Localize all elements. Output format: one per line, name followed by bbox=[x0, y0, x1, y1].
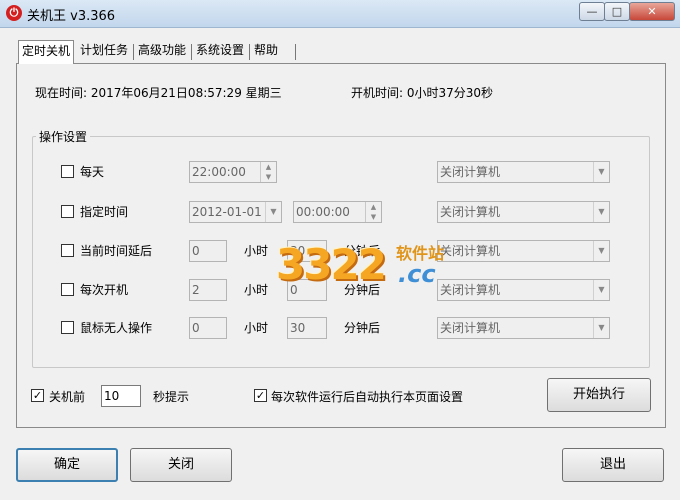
daily-time-value: 22:00:00 bbox=[192, 165, 246, 179]
chevron-down-icon: ▼ bbox=[593, 241, 609, 261]
specific-time-field[interactable]: 00:00:00 ▲ ▼ bbox=[293, 201, 382, 223]
idle-label: 鼠标无人操作 bbox=[80, 321, 153, 335]
delay-hours-unit: 小时 bbox=[244, 244, 269, 258]
each-boot-checkbox[interactable] bbox=[61, 283, 74, 296]
delay-label: 当前时间延后 bbox=[80, 244, 153, 258]
exit-button[interactable]: 退出 bbox=[562, 448, 664, 482]
time-spinner[interactable]: ▲ ▼ bbox=[260, 162, 276, 182]
tab-scheduled-tasks[interactable]: 计划任务 bbox=[77, 40, 131, 62]
title-bar: ⏻ 关机王 v3.366 — □ ✕ bbox=[0, 0, 680, 28]
daily-checkbox[interactable] bbox=[61, 165, 74, 178]
tab-timed-shutdown[interactable]: 定时关机 bbox=[18, 40, 75, 64]
watermark-digits: 3322 bbox=[276, 240, 387, 289]
specific-date-picker[interactable]: 2012-01-01 ▼ bbox=[189, 201, 282, 223]
chevron-down-icon: ▼ bbox=[593, 162, 609, 182]
daily-action-value: 关闭计算机 bbox=[440, 165, 501, 179]
tab-system-settings[interactable]: 系统设置 bbox=[193, 40, 247, 62]
each-boot-hours-field[interactable]: 2 bbox=[189, 279, 227, 301]
tab-separator bbox=[133, 44, 134, 60]
specific-time-label: 指定时间 bbox=[80, 205, 129, 219]
tab-separator bbox=[249, 44, 250, 60]
specific-action-select[interactable]: 关闭计算机 ▼ bbox=[437, 201, 610, 223]
prompt-label: 关机前 bbox=[49, 390, 86, 404]
delay-checkbox[interactable] bbox=[61, 244, 74, 257]
daily-label: 每天 bbox=[80, 165, 105, 179]
power-icon: ⏻ bbox=[6, 5, 22, 21]
time-spinner[interactable]: ▲ ▼ bbox=[365, 202, 381, 222]
auto-run-checkbox[interactable]: ✓ bbox=[254, 389, 267, 402]
group-title: 操作设置 bbox=[36, 128, 91, 145]
prompt-seconds-input[interactable]: 10 bbox=[101, 385, 141, 407]
tab-advanced[interactable]: 高级功能 bbox=[135, 40, 189, 62]
idle-action-value: 关闭计算机 bbox=[440, 321, 501, 335]
daily-action-select[interactable]: 关闭计算机 ▼ bbox=[437, 161, 610, 183]
each-boot-hours-unit: 小时 bbox=[244, 283, 269, 297]
specific-action-value: 关闭计算机 bbox=[440, 205, 501, 219]
idle-minutes-unit: 分钟后 bbox=[344, 321, 381, 335]
boot-time-label: 开机时间: 0小时37分30秒 bbox=[351, 86, 494, 100]
idle-hours-field[interactable]: 0 bbox=[189, 317, 227, 339]
tab-separator bbox=[295, 44, 296, 60]
chevron-down-icon: ▼ bbox=[593, 202, 609, 222]
daily-time-field[interactable]: 22:00:00 ▲ ▼ bbox=[189, 161, 277, 183]
start-execute-button[interactable]: 开始执行 bbox=[547, 378, 651, 412]
current-time-label: 现在时间: 2017年06月21日08:57:29 星期三 bbox=[35, 86, 282, 100]
chevron-down-icon: ▼ bbox=[593, 280, 609, 300]
chevron-down-icon: ▼ bbox=[593, 318, 609, 338]
specific-time-value: 00:00:00 bbox=[296, 205, 350, 219]
auto-run-label: 每次软件运行后自动执行本页面设置 bbox=[271, 390, 464, 404]
delay-hours-field[interactable]: 0 bbox=[189, 240, 227, 262]
watermark-logo: 3322 软件站 .cc bbox=[276, 236, 466, 298]
minimize-button[interactable]: — bbox=[579, 2, 605, 21]
prompt-suffix: 秒提示 bbox=[153, 390, 190, 404]
specific-time-checkbox[interactable] bbox=[61, 205, 74, 218]
watermark-domain: .cc bbox=[398, 260, 436, 288]
specific-date-value: 2012-01-01 bbox=[192, 205, 262, 219]
each-boot-label: 每次开机 bbox=[80, 283, 129, 297]
prompt-checkbox[interactable]: ✓ bbox=[31, 389, 44, 402]
idle-checkbox[interactable] bbox=[61, 321, 74, 334]
chevron-down-icon: ▼ bbox=[265, 202, 281, 222]
idle-hours-unit: 小时 bbox=[244, 321, 269, 335]
tab-separator bbox=[191, 44, 192, 60]
idle-action-select[interactable]: 关闭计算机 ▼ bbox=[437, 317, 610, 339]
tab-help[interactable]: 帮助 bbox=[251, 40, 281, 62]
close-window-button[interactable]: ✕ bbox=[629, 2, 675, 21]
close-button[interactable]: 关闭 bbox=[130, 448, 232, 482]
idle-minutes-field[interactable]: 30 bbox=[287, 317, 327, 339]
ok-button[interactable]: 确定 bbox=[16, 448, 118, 482]
window-title: 关机王 v3.366 bbox=[27, 9, 116, 24]
maximize-button[interactable]: □ bbox=[604, 2, 630, 21]
